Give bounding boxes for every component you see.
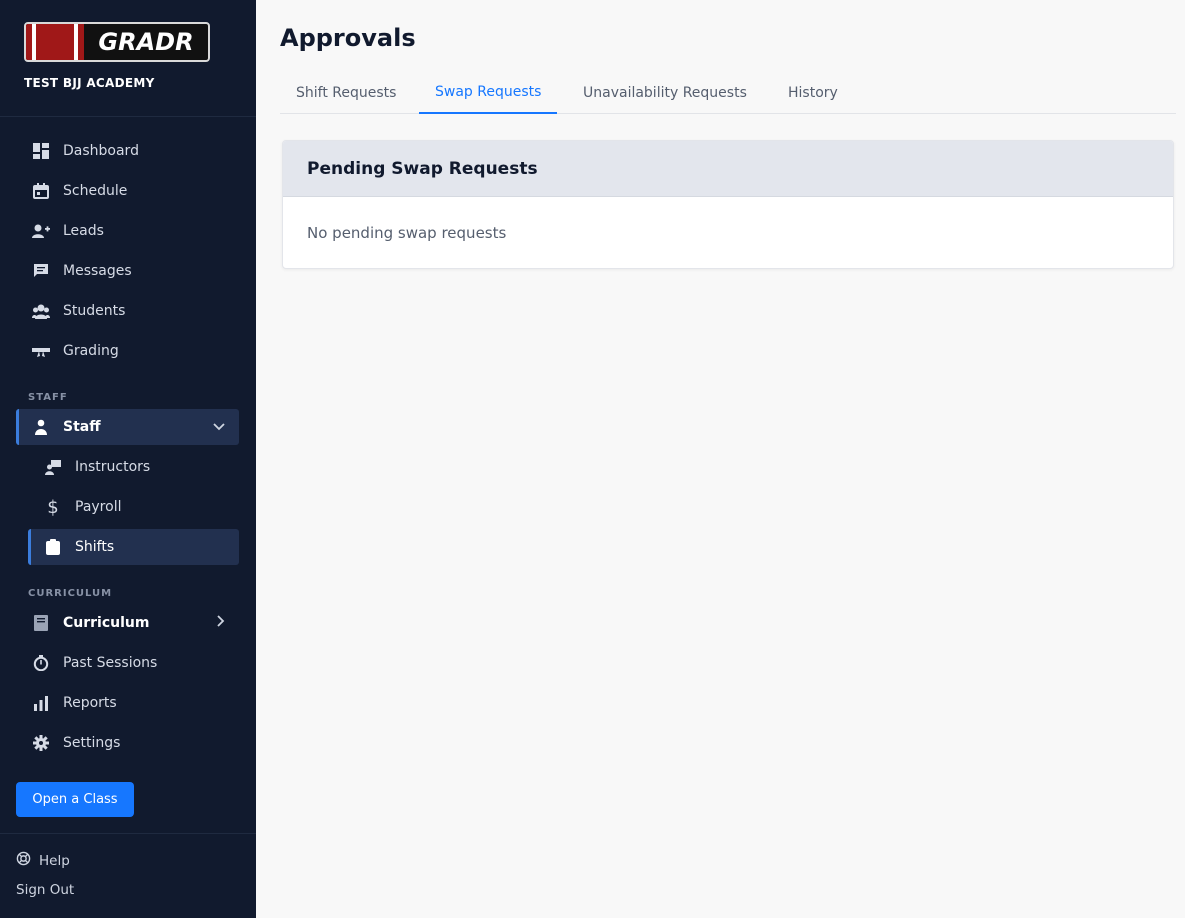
sidebar-item-schedule[interactable]: Schedule [16,173,239,209]
approval-tabs: Shift Requests Swap Requests Unavailabil… [280,72,1176,114]
clipboard-icon [44,538,62,556]
sidebar-item-label: Curriculum [63,615,150,631]
stopwatch-icon [32,654,50,672]
logo-text: GRADR [98,28,194,56]
section-label-staff: STAFF [28,392,68,403]
sidebar-item-label: Reports [63,695,117,711]
sidebar-item-label: Instructors [75,459,151,475]
sidebar-item-payroll[interactable]: $ Payroll [28,489,239,525]
sidebar-item-shifts[interactable]: Shifts [28,529,239,565]
brand-header: GRADR TEST BJJ ACADEMY [0,0,256,117]
sidebar-item-label: Settings [63,735,121,751]
dollar-icon: $ [47,496,59,518]
sidebar-item-label: Dashboard [63,143,139,159]
sidebar-item-label: Grading [63,343,119,359]
sidebar-item-label: Shifts [75,539,115,555]
group-icon [32,302,50,320]
person-icon [32,418,50,436]
chevron-right-icon[interactable] [217,615,225,631]
gear-icon [32,734,50,752]
logo-belt-graphic [26,24,84,60]
empty-state-text: No pending swap requests [307,224,507,242]
dashboard-icon [32,142,50,160]
chevron-down-icon[interactable] [213,420,225,435]
sidebar-item-label: Staff [63,419,101,435]
open-class-button[interactable]: Open a Class [16,782,134,817]
sidebar-item-past-sessions[interactable]: Past Sessions [16,645,239,681]
sidebar-item-grading[interactable]: Grading [16,333,239,369]
help-link[interactable]: Help [16,851,70,870]
sidebar-item-label: Students [63,303,126,319]
sidebar-item-label: Schedule [63,183,128,199]
pending-swap-requests-card: Pending Swap Requests No pending swap re… [282,140,1174,269]
person-add-icon [32,222,50,240]
belt-icon [32,342,50,360]
calendar-icon [32,182,50,200]
sidebar-item-curriculum[interactable]: Curriculum [16,605,239,641]
card-header: Pending Swap Requests [283,141,1173,197]
sign-out-label: Sign Out [16,882,75,898]
sidebar-item-label: Leads [63,223,104,239]
bar-chart-icon [32,694,50,712]
page-title: Approvals [280,24,416,52]
sidebar-item-messages[interactable]: Messages [16,253,239,289]
card-title: Pending Swap Requests [307,158,538,179]
sidebar-item-label: Past Sessions [63,655,158,671]
academy-name: TEST BJJ ACADEMY [24,76,155,90]
sidebar-item-label: Payroll [75,499,122,515]
sidebar-item-dashboard[interactable]: Dashboard [16,133,239,169]
gradr-logo[interactable]: GRADR [24,22,210,62]
section-label-curriculum: CURRICULUM [28,588,113,599]
sidebar-item-leads[interactable]: Leads [16,213,239,249]
tab-shift-requests[interactable]: Shift Requests [280,72,412,114]
lifebuoy-icon [16,851,31,870]
tab-history[interactable]: History [772,72,854,114]
sidebar-footer-divider [0,833,256,834]
book-icon [32,614,50,632]
sign-out-link[interactable]: Sign Out [16,882,74,898]
sidebar: GRADR TEST BJJ ACADEMY Dashboard Schedul… [0,0,256,918]
tab-swap-requests[interactable]: Swap Requests [419,72,558,114]
sidebar-item-instructors[interactable]: Instructors [28,449,239,485]
help-label: Help [39,852,70,869]
sidebar-item-settings[interactable]: Settings [16,725,239,761]
chat-icon [32,262,50,280]
sidebar-item-students[interactable]: Students [16,293,239,329]
instructor-icon [44,458,62,476]
sidebar-item-reports[interactable]: Reports [16,685,239,721]
tab-unavailability-requests[interactable]: Unavailability Requests [567,72,763,114]
sidebar-item-staff[interactable]: Staff [16,409,239,445]
sidebar-item-label: Messages [63,263,132,279]
